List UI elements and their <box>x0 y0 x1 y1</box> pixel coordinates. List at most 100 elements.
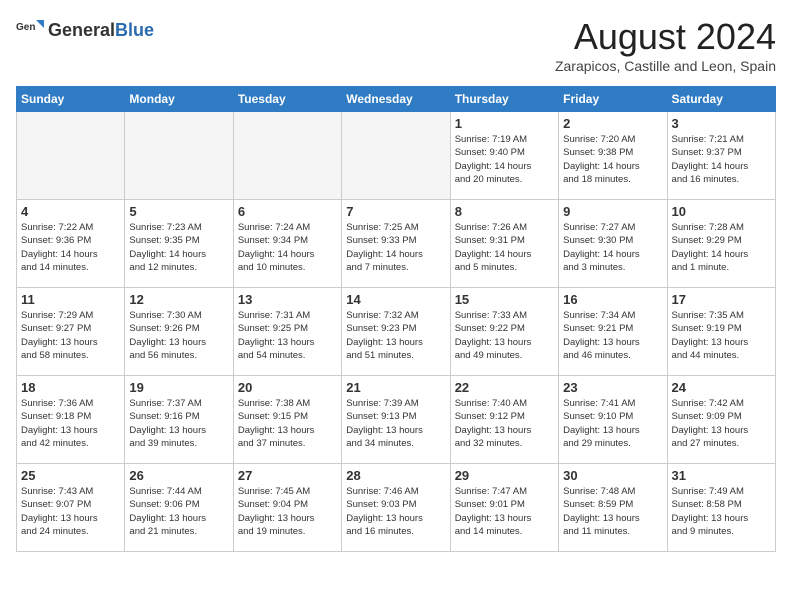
calendar-cell: 28Sunrise: 7:46 AM Sunset: 9:03 PM Dayli… <box>342 464 450 552</box>
page-header: Gen GeneralBlue August 2024 Zarapicos, C… <box>16 16 776 74</box>
day-number: 3 <box>672 116 771 131</box>
title-block: August 2024 Zarapicos, Castille and Leon… <box>555 16 776 74</box>
calendar-cell: 3 Sunrise: 7:21 AM Sunset: 9:37 PM Daylig… <box>667 112 775 200</box>
calendar-cell: 8 Sunrise: 7:26 AM Sunset: 9:31 PM Daylig… <box>450 200 558 288</box>
day-info: Sunrise: 7:24 AM Sunset: 9:34 PM Dayligh… <box>238 221 337 274</box>
day-info: Sunrise: 7:28 AM Sunset: 9:29 PM Dayligh… <box>672 221 771 274</box>
day-number: 24 <box>672 380 771 395</box>
day-info: Sunrise: 7:46 AM Sunset: 9:03 PM Dayligh… <box>346 485 445 538</box>
day-info: Sunrise: 7:29 AM Sunset: 9:27 PM Dayligh… <box>21 309 120 362</box>
day-number: 14 <box>346 292 445 307</box>
calendar-cell: 23Sunrise: 7:41 AM Sunset: 9:10 PM Dayli… <box>559 376 667 464</box>
calendar-week-row: 18 Sunrise: 7:36 AM Sunset: 9:18 PM Dayli… <box>17 376 776 464</box>
day-info: Sunrise: 7:41 AM Sunset: 9:10 PM Dayligh… <box>563 397 662 450</box>
calendar-cell: 18 Sunrise: 7:36 AM Sunset: 9:18 PM Dayli… <box>17 376 125 464</box>
calendar-cell: 24 Sunrise: 7:42 AM Sunset: 9:09 PM Dayli… <box>667 376 775 464</box>
calendar-cell: 31 Sunrise: 7:49 AM Sunset: 8:58 PM Dayli… <box>667 464 775 552</box>
day-number: 10 <box>672 204 771 219</box>
day-info: Sunrise: 7:34 AM Sunset: 9:21 PM Dayligh… <box>563 309 662 362</box>
day-number: 4 <box>21 204 120 219</box>
month-year-title: August 2024 <box>555 16 776 58</box>
day-info: Sunrise: 7:30 AM Sunset: 9:26 PM Dayligh… <box>129 309 228 362</box>
calendar-cell: 14 Sunrise: 7:32 AM Sunset: 9:23 PM Dayli… <box>342 288 450 376</box>
calendar-cell: 30 Sunrise: 7:48 AM Sunset: 8:59 PM Dayli… <box>559 464 667 552</box>
svg-text:Gen: Gen <box>16 22 35 33</box>
day-info: Sunrise: 7:22 AM Sunset: 9:36 PM Dayligh… <box>21 221 120 274</box>
day-number: 13 <box>238 292 337 307</box>
calendar-cell: 21Sunrise: 7:39 AM Sunset: 9:13 PM Dayli… <box>342 376 450 464</box>
day-info: Sunrise: 7:38 AM Sunset: 9:15 PM Dayligh… <box>238 397 337 450</box>
day-number: 1 <box>455 116 554 131</box>
logo-icon: Gen <box>16 16 44 44</box>
day-number: 15 <box>455 292 554 307</box>
day-number: 19 <box>129 380 228 395</box>
day-info: Sunrise: 7:21 AM Sunset: 9:37 PM Dayligh… <box>672 133 771 186</box>
calendar-cell: 2 Sunrise: 7:20 AM Sunset: 9:38 PM Daylig… <box>559 112 667 200</box>
day-info: Sunrise: 7:48 AM Sunset: 8:59 PM Dayligh… <box>563 485 662 538</box>
weekday-header-wednesday: Wednesday <box>342 87 450 112</box>
day-info: Sunrise: 7:32 AM Sunset: 9:23 PM Dayligh… <box>346 309 445 362</box>
day-info: Sunrise: 7:42 AM Sunset: 9:09 PM Dayligh… <box>672 397 771 450</box>
weekday-header-sunday: Sunday <box>17 87 125 112</box>
calendar-cell: 5 Sunrise: 7:23 AM Sunset: 9:35 PM Daylig… <box>125 200 233 288</box>
day-number: 20 <box>238 380 337 395</box>
calendar-cell: 1Sunrise: 7:19 AM Sunset: 9:40 PM Daylig… <box>450 112 558 200</box>
day-number: 11 <box>21 292 120 307</box>
day-info: Sunrise: 7:47 AM Sunset: 9:01 PM Dayligh… <box>455 485 554 538</box>
calendar-cell: 6 Sunrise: 7:24 AM Sunset: 9:34 PM Daylig… <box>233 200 341 288</box>
weekday-header-friday: Friday <box>559 87 667 112</box>
calendar-week-row: 4 Sunrise: 7:22 AM Sunset: 9:36 PM Daylig… <box>17 200 776 288</box>
calendar-cell: 19 Sunrise: 7:37 AM Sunset: 9:16 PM Dayli… <box>125 376 233 464</box>
calendar-cell <box>342 112 450 200</box>
calendar-cell: 11 Sunrise: 7:29 AM Sunset: 9:27 PM Dayli… <box>17 288 125 376</box>
day-info: Sunrise: 7:31 AM Sunset: 9:25 PM Dayligh… <box>238 309 337 362</box>
day-info: Sunrise: 7:39 AM Sunset: 9:13 PM Dayligh… <box>346 397 445 450</box>
day-info: Sunrise: 7:44 AM Sunset: 9:06 PM Dayligh… <box>129 485 228 538</box>
calendar-cell: 26 Sunrise: 7:44 AM Sunset: 9:06 PM Dayli… <box>125 464 233 552</box>
day-number: 8 <box>455 204 554 219</box>
day-info: Sunrise: 7:33 AM Sunset: 9:22 PM Dayligh… <box>455 309 554 362</box>
weekday-header-tuesday: Tuesday <box>233 87 341 112</box>
calendar-cell: 15 Sunrise: 7:33 AM Sunset: 9:22 PM Dayli… <box>450 288 558 376</box>
calendar-cell: 7Sunrise: 7:25 AM Sunset: 9:33 PM Daylig… <box>342 200 450 288</box>
calendar-cell: 4 Sunrise: 7:22 AM Sunset: 9:36 PM Daylig… <box>17 200 125 288</box>
calendar-cell <box>17 112 125 200</box>
day-number: 30 <box>563 468 662 483</box>
day-info: Sunrise: 7:23 AM Sunset: 9:35 PM Dayligh… <box>129 221 228 274</box>
calendar-week-row: 11 Sunrise: 7:29 AM Sunset: 9:27 PM Dayli… <box>17 288 776 376</box>
day-number: 18 <box>21 380 120 395</box>
day-info: Sunrise: 7:36 AM Sunset: 9:18 PM Dayligh… <box>21 397 120 450</box>
day-number: 6 <box>238 204 337 219</box>
day-info: Sunrise: 7:49 AM Sunset: 8:58 PM Dayligh… <box>672 485 771 538</box>
day-number: 9 <box>563 204 662 219</box>
day-info: Sunrise: 7:37 AM Sunset: 9:16 PM Dayligh… <box>129 397 228 450</box>
day-info: Sunrise: 7:20 AM Sunset: 9:38 PM Dayligh… <box>563 133 662 186</box>
calendar-cell: 17 Sunrise: 7:35 AM Sunset: 9:19 PM Dayli… <box>667 288 775 376</box>
weekday-header-thursday: Thursday <box>450 87 558 112</box>
day-number: 5 <box>129 204 228 219</box>
weekday-header-saturday: Saturday <box>667 87 775 112</box>
calendar-cell: 27Sunrise: 7:45 AM Sunset: 9:04 PM Dayli… <box>233 464 341 552</box>
logo: Gen GeneralBlue <box>16 16 154 44</box>
day-number: 31 <box>672 468 771 483</box>
day-info: Sunrise: 7:45 AM Sunset: 9:04 PM Dayligh… <box>238 485 337 538</box>
day-info: Sunrise: 7:26 AM Sunset: 9:31 PM Dayligh… <box>455 221 554 274</box>
calendar-cell: 16 Sunrise: 7:34 AM Sunset: 9:21 PM Dayli… <box>559 288 667 376</box>
day-number: 16 <box>563 292 662 307</box>
calendar-table: SundayMondayTuesdayWednesdayThursdayFrid… <box>16 86 776 552</box>
day-info: Sunrise: 7:43 AM Sunset: 9:07 PM Dayligh… <box>21 485 120 538</box>
day-number: 25 <box>21 468 120 483</box>
day-number: 12 <box>129 292 228 307</box>
logo-text-general: General <box>48 20 115 40</box>
calendar-cell <box>125 112 233 200</box>
day-info: Sunrise: 7:25 AM Sunset: 9:33 PM Dayligh… <box>346 221 445 274</box>
day-info: Sunrise: 7:35 AM Sunset: 9:19 PM Dayligh… <box>672 309 771 362</box>
calendar-cell: 12 Sunrise: 7:30 AM Sunset: 9:26 PM Dayli… <box>125 288 233 376</box>
day-number: 26 <box>129 468 228 483</box>
weekday-header-monday: Monday <box>125 87 233 112</box>
day-number: 22 <box>455 380 554 395</box>
day-number: 17 <box>672 292 771 307</box>
day-number: 2 <box>563 116 662 131</box>
calendar-cell: 29Sunrise: 7:47 AM Sunset: 9:01 PM Dayli… <box>450 464 558 552</box>
calendar-cell: 13 Sunrise: 7:31 AM Sunset: 9:25 PM Dayli… <box>233 288 341 376</box>
